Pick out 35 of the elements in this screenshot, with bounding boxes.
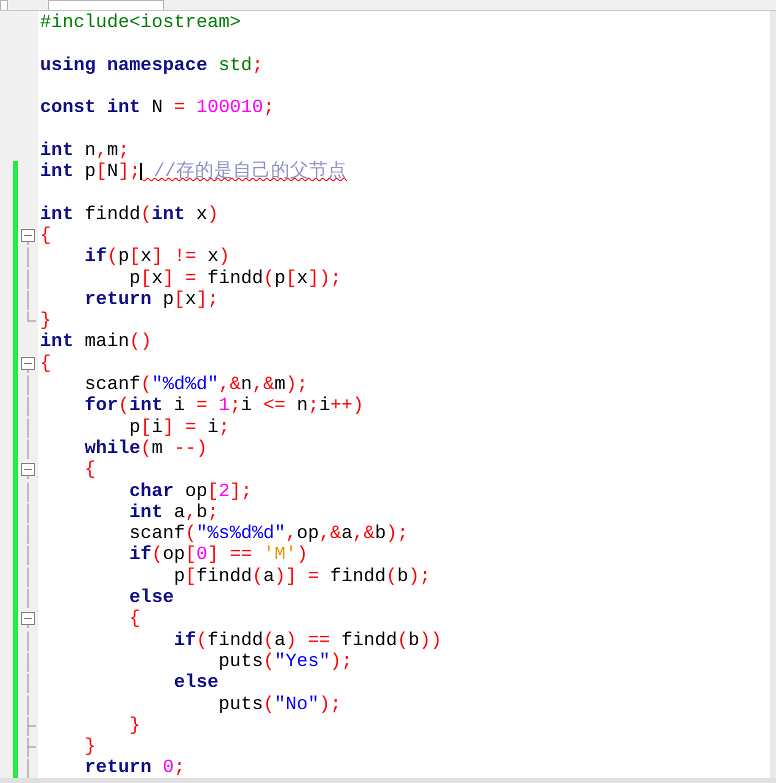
- code-line: else: [172, 672, 220, 694]
- code-line: puts("No");: [218, 694, 342, 715]
- code-line: p[x] = findd(p[x]);: [128, 268, 342, 289]
- code-line: p[i] = i;: [128, 416, 231, 438]
- code-line: p[findd(a)] = findd(b);: [173, 566, 432, 588]
- editor-tab[interactable]: [48, 0, 164, 10]
- code-line: int findd(int x): [40, 204, 220, 225]
- code-line: if(p[x] != x): [84, 246, 231, 268]
- code-line: puts("Yes");: [218, 650, 354, 672]
- code-line: #include<iostream>: [40, 12, 242, 34]
- code-line: scanf("%d%d",&n,&m);: [84, 374, 309, 396]
- code-line: {: [128, 608, 142, 630]
- code-line: int n,m;: [40, 140, 130, 162]
- code-line: if(findd(a) == findd(b)): [172, 630, 443, 651]
- code-line: return 0;: [84, 757, 186, 778]
- code-line: int a,b;: [128, 502, 220, 524]
- text-cursor: [140, 162, 142, 180]
- code-line: }: [84, 736, 97, 758]
- code-line: int main(): [40, 331, 153, 353]
- code-line: using namespace std;: [40, 54, 264, 76]
- code-line: for(int i = 1;i <= n;i++): [84, 395, 365, 417]
- code-line: }: [40, 310, 52, 332]
- editor-tab[interactable]: [0, 0, 8, 10]
- code-line: {: [40, 352, 52, 374]
- code-line: scanf("%s%d%d",op,&a,&b);: [128, 523, 410, 544]
- code-line: if(op[0] == 'M'): [128, 544, 309, 566]
- code-line: int p[N]; //存的是自己的父节点: [40, 161, 348, 182]
- code-line: {: [84, 459, 97, 481]
- code-line: const int N = 100010;: [40, 97, 276, 118]
- code-line: {: [40, 224, 52, 246]
- code-line: while(m --): [84, 438, 208, 460]
- code-line: return p[x];: [84, 288, 220, 310]
- code-line: char op[2];: [128, 480, 254, 502]
- code-line: }: [128, 714, 142, 736]
- code-line: else: [128, 587, 175, 608]
